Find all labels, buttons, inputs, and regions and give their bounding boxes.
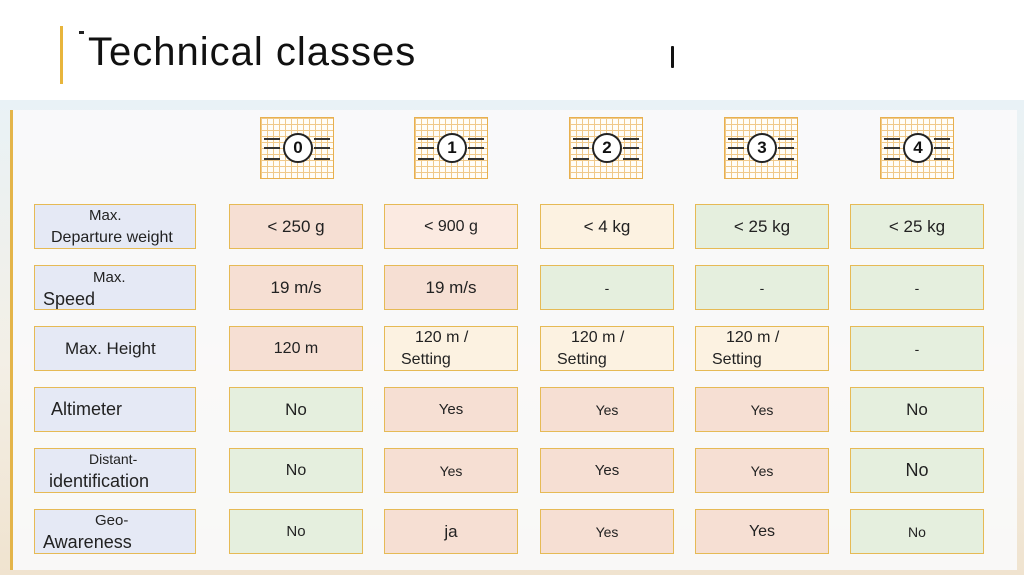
table-cell: < 250 g	[229, 204, 363, 249]
table-cell: 120 m / Setting	[384, 326, 518, 371]
table-cell: Yes	[695, 387, 829, 432]
table-cell: No	[850, 448, 984, 493]
class-number: 1	[437, 133, 467, 163]
table-cell: 19 m/s	[229, 265, 363, 310]
table-cell: No	[229, 448, 363, 493]
table-cell: Yes	[540, 448, 674, 493]
cell-line2: Setting	[712, 350, 762, 368]
cell-line1: 120 m /	[571, 328, 625, 346]
table-cell: -	[695, 265, 829, 310]
table-cell: -	[850, 265, 984, 310]
class-0-drone-icon: 0	[260, 117, 334, 179]
table-cell: 19 m/s	[384, 265, 518, 310]
class-3-drone-icon: 3	[724, 117, 798, 179]
row-label-line2: Departure weight	[51, 229, 173, 246]
table-cell: < 25 kg	[695, 204, 829, 249]
cell-line1: 120 m /	[726, 328, 780, 346]
row-label-geo-awareness: Geo- Awareness	[34, 509, 196, 554]
table-cell: No	[229, 387, 363, 432]
table-cell: Yes	[384, 387, 518, 432]
class-number: 3	[747, 133, 777, 163]
cell-line1: 120 m /	[415, 328, 469, 346]
table-cell: No	[850, 509, 984, 554]
class-4-drone-icon: 4	[880, 117, 954, 179]
cell-line2: Setting	[401, 350, 451, 368]
table-cell: < 25 kg	[850, 204, 984, 249]
row-label-line1: Max.	[93, 269, 126, 286]
table-cell: -	[540, 265, 674, 310]
class-2-drone-icon: 2	[569, 117, 643, 179]
table-cell: Yes	[695, 448, 829, 493]
table-cell: 120 m	[229, 326, 363, 371]
row-label-line2: Awareness	[43, 532, 132, 552]
row-label-departure-weight: Max. Departure weight	[34, 204, 196, 249]
table-cell: No	[850, 387, 984, 432]
cell-line2: Setting	[557, 350, 607, 368]
table-cell: -	[850, 326, 984, 371]
table-cell: No	[229, 509, 363, 554]
row-label-distant-identification: Distant- identification	[34, 448, 196, 493]
table-cell: Yes	[540, 387, 674, 432]
row-label-altimeter: Altimeter	[34, 387, 196, 432]
row-label-line1: Geo-	[95, 512, 129, 529]
table-cell: < 4 kg	[540, 204, 674, 249]
table-cell: Yes	[695, 509, 829, 554]
class-table: 0 1 2 3 4 Max. Departure weight < 250 g …	[0, 0, 1024, 575]
row-label-speed: Max. Speed	[34, 265, 196, 310]
row-label-line1: Max.	[89, 207, 122, 224]
table-cell: Yes	[384, 448, 518, 493]
table-cell: < 900 g	[384, 204, 518, 249]
row-label-line1: Distant-	[89, 451, 138, 467]
table-cell: 120 m / Setting	[695, 326, 829, 371]
row-label-line2: Speed	[43, 289, 96, 309]
row-label-line2: Altimeter	[51, 399, 123, 419]
class-number: 0	[283, 133, 313, 163]
row-label-max-height: Max. Height	[34, 326, 196, 371]
table-cell: ja	[384, 509, 518, 554]
row-label-line2: identification	[49, 471, 150, 491]
row-label-line2: Max. Height	[65, 339, 156, 358]
class-number: 4	[903, 133, 933, 163]
table-cell: 120 m / Setting	[540, 326, 674, 371]
table-cell: Yes	[540, 509, 674, 554]
class-1-drone-icon: 1	[414, 117, 488, 179]
class-number: 2	[592, 133, 622, 163]
